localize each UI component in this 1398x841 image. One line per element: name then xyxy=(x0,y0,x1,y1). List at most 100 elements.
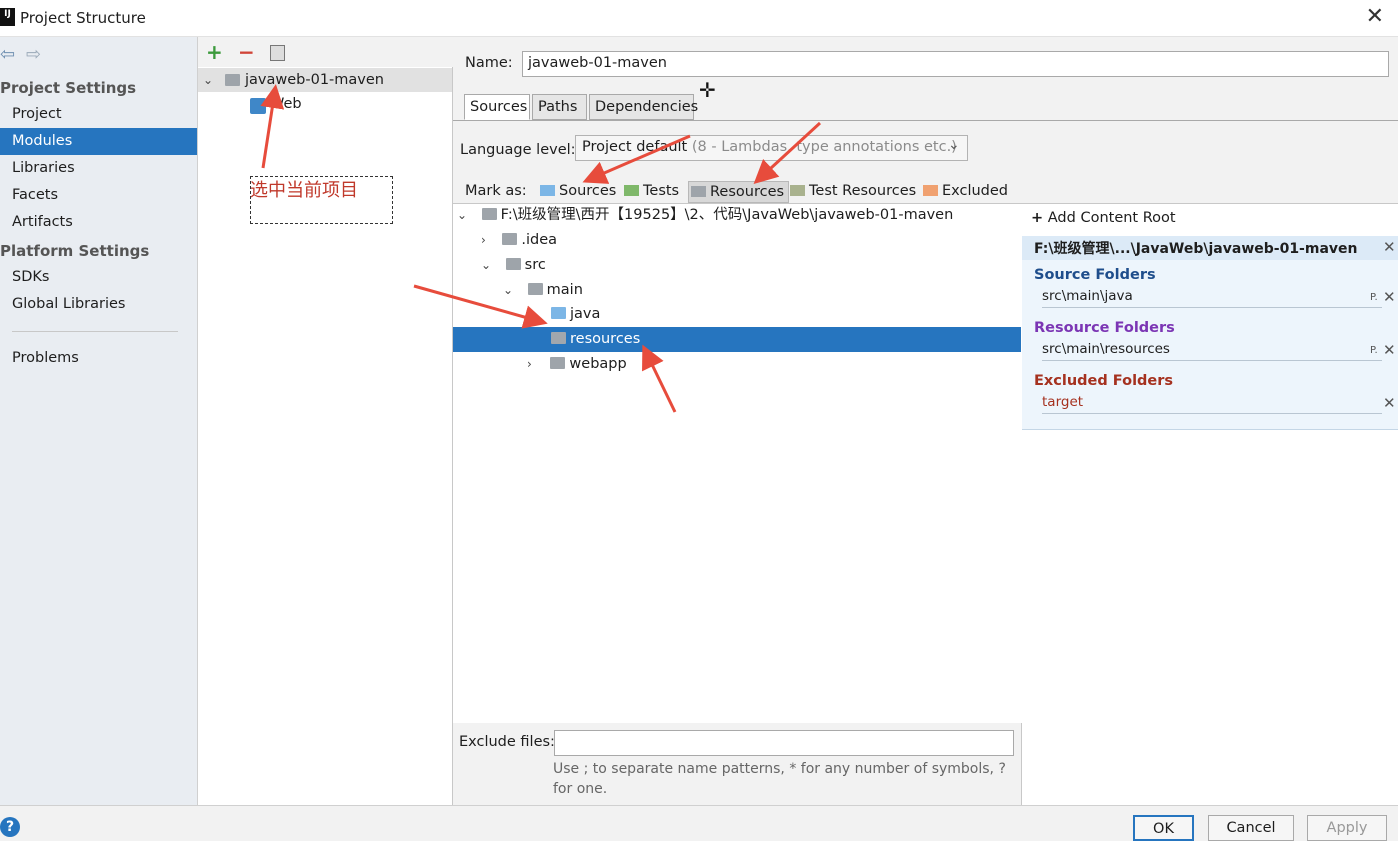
cancel-button[interactable]: Cancel xyxy=(1208,815,1294,841)
module-folder-icon xyxy=(225,74,240,86)
nav-item-libraries[interactable]: Libraries xyxy=(0,155,197,182)
tree-idea-label: .idea xyxy=(521,232,558,248)
language-level-hint: (8 - Lambdas, type annotations etc.) xyxy=(691,139,957,155)
title-bar: IJ Project Structure ✕ xyxy=(0,0,1398,37)
chevron-down-icon[interactable]: ⌄ xyxy=(503,283,513,297)
mark-excluded-button[interactable]: Excluded xyxy=(923,181,1008,203)
folder-icon xyxy=(502,233,518,245)
mark-resources-button[interactable]: Resources xyxy=(688,181,790,203)
add-content-root-link[interactable]: + Add Content Root xyxy=(1031,210,1176,226)
mark-sources-label: Sources xyxy=(559,183,617,199)
edit-properties-icon[interactable]: P. xyxy=(1370,292,1378,303)
exclude-files-input[interactable] xyxy=(554,730,1014,756)
folder-icon xyxy=(481,208,497,220)
language-level-select[interactable]: Project default (8 - Lambdas, type annot… xyxy=(575,135,968,161)
tab-paths[interactable]: Paths xyxy=(532,94,587,120)
exclude-files-label: Exclude files: xyxy=(459,734,555,750)
exclude-files-hint: Use ; to separate name patterns, * for a… xyxy=(553,761,1006,797)
window-title: Project Structure xyxy=(20,9,146,27)
module-web-label[interactable]: Web xyxy=(270,96,302,112)
intellij-app-icon: IJ xyxy=(0,8,15,26)
nav-item-modules[interactable]: Modules xyxy=(0,128,197,155)
name-label: Name: xyxy=(465,55,513,71)
resource-folder-icon xyxy=(551,332,566,344)
mark-test-resources-label: Test Resources xyxy=(809,183,917,199)
mark-excluded-label: Excluded xyxy=(942,183,1009,199)
excluded-folders-title: Excluded Folders xyxy=(1034,373,1174,389)
nav-item-problems[interactable]: Problems xyxy=(0,345,197,372)
back-arrow-icon[interactable]: ⇦ xyxy=(0,44,15,65)
chevron-down-icon[interactable]: ⌄ xyxy=(948,137,960,153)
chevron-right-icon[interactable]: › xyxy=(527,357,532,371)
tree-row-webapp[interactable]: › webapp xyxy=(453,352,1021,377)
tree-row-java[interactable]: java xyxy=(453,302,1021,327)
tab-sources[interactable]: Sources xyxy=(464,94,530,120)
nav-item-project[interactable]: Project xyxy=(0,101,197,128)
resource-folder-item: src\main\resources xyxy=(1042,341,1382,361)
tree-main-label: main xyxy=(546,282,583,298)
tree-row-resources[interactable]: resources xyxy=(453,327,1021,352)
mark-sources-button[interactable]: Sources xyxy=(540,181,616,203)
module-list-panel xyxy=(198,37,453,805)
tree-row-idea[interactable]: › .idea xyxy=(453,228,1021,253)
tree-row-main[interactable]: ⌄ main xyxy=(453,278,1021,303)
ok-button[interactable]: OK xyxy=(1133,815,1194,841)
resource-folders-title: Resource Folders xyxy=(1034,320,1175,336)
nav-separator xyxy=(12,331,178,332)
source-folder-icon xyxy=(551,307,566,319)
tree-row-src[interactable]: ⌄ src xyxy=(453,253,1021,278)
help-icon[interactable]: ? xyxy=(0,817,20,837)
source-folders-title: Source Folders xyxy=(1034,267,1156,283)
language-level-label: Language level: xyxy=(460,142,576,158)
chevron-right-icon[interactable]: › xyxy=(481,233,486,247)
test-folder-icon xyxy=(624,185,639,196)
remove-resource-folder-icon[interactable]: ✕ xyxy=(1383,341,1396,359)
language-level-value: Project default xyxy=(582,139,688,155)
tree-resources-label: resources xyxy=(570,331,641,347)
crosshair-cursor-icon: ✛ xyxy=(699,78,716,102)
web-facet-icon xyxy=(250,98,266,114)
tab-divider xyxy=(453,120,1398,121)
remove-source-folder-icon[interactable]: ✕ xyxy=(1383,288,1396,306)
source-folder-item: src\main\java xyxy=(1042,288,1382,308)
chevron-down-icon[interactable]: ⌄ xyxy=(481,258,491,272)
folder-icon xyxy=(505,258,521,270)
remove-icon[interactable]: − xyxy=(238,40,255,64)
resource-folder-icon xyxy=(691,186,706,197)
test-resource-folder-icon xyxy=(790,185,805,196)
annotation-text: 选中当前项目 xyxy=(250,180,358,201)
edit-properties-icon[interactable]: P. xyxy=(1370,345,1378,356)
add-icon[interactable]: + xyxy=(206,40,223,64)
tree-java-label: java xyxy=(570,306,601,322)
platform-settings-heading: Platform Settings xyxy=(0,242,150,260)
nav-item-facets[interactable]: Facets xyxy=(0,182,197,209)
remove-excluded-folder-icon[interactable]: ✕ xyxy=(1383,394,1396,412)
excluded-folder-item: target xyxy=(1042,394,1382,414)
apply-button[interactable]: Apply xyxy=(1307,815,1387,841)
folder-icon xyxy=(550,357,566,369)
module-root-label: javaweb-01-maven xyxy=(245,72,384,88)
mark-test-resources-button[interactable]: Test Resources xyxy=(790,181,916,203)
mark-resources-label: Resources xyxy=(710,184,785,200)
mark-as-label: Mark as: xyxy=(465,183,527,199)
mark-tests-label: Tests xyxy=(643,183,680,199)
mark-tests-button[interactable]: Tests xyxy=(624,181,679,203)
tree-webapp-label: webapp xyxy=(569,356,627,372)
nav-item-artifacts[interactable]: Artifacts xyxy=(0,209,197,236)
forward-arrow-icon[interactable]: ⇨ xyxy=(26,44,41,65)
module-name-input[interactable]: javaweb-01-maven xyxy=(522,51,1389,77)
remove-content-root-icon[interactable]: ✕ xyxy=(1383,238,1396,256)
tab-dependencies[interactable]: Dependencies xyxy=(589,94,698,120)
nav-item-global-libraries[interactable]: Global Libraries xyxy=(0,291,197,318)
excluded-folder-icon xyxy=(923,185,938,196)
chevron-down-icon[interactable]: ⌄ xyxy=(457,208,467,222)
folder-icon xyxy=(527,283,543,295)
chevron-down-icon[interactable]: ⌄ xyxy=(203,73,213,87)
copy-icon[interactable] xyxy=(270,45,285,61)
tree-root-label: F:\班级管理\西开【19525】\2、代码\JavaWeb\javaweb-0… xyxy=(500,207,954,223)
content-root-path: F:\班级管理\...\JavaWeb\javaweb-01-maven xyxy=(1034,241,1358,257)
tree-row-root[interactable]: ⌄ F:\班级管理\西开【19525】\2、代码\JavaWeb\javaweb… xyxy=(453,203,1021,228)
nav-item-sdks[interactable]: SDKs xyxy=(0,264,197,291)
close-window-icon[interactable]: ✕ xyxy=(1366,4,1384,29)
module-toolbar xyxy=(198,37,453,67)
